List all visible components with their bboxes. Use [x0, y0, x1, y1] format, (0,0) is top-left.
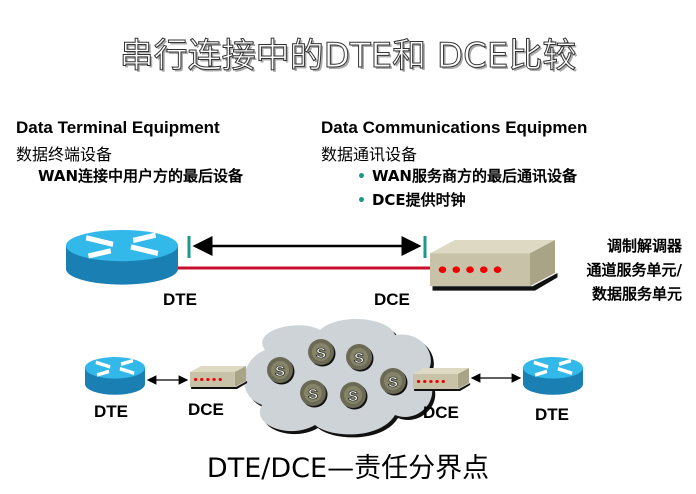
router-icon — [521, 355, 585, 397]
device-label: 通道服务单元/ — [586, 261, 682, 279]
router-icon — [83, 355, 147, 397]
modem-icon — [430, 240, 558, 291]
dce-label: DCE — [188, 400, 224, 419]
dte-label: DTE — [94, 402, 128, 421]
dce-label: DCE — [374, 290, 410, 309]
dce-label: DCE — [423, 403, 459, 422]
device-label: 调制解调器 — [606, 237, 682, 255]
modem-icon — [413, 368, 471, 391]
device-label: 数据服务单元 — [591, 285, 682, 303]
modem-icon — [190, 366, 248, 389]
slide: 串行连接中的DTE和 DCE比较 Data Terminal Equipment… — [0, 0, 696, 494]
router-icon — [66, 230, 178, 285]
footer-caption: DTE/DCE—责任分界点 — [206, 453, 490, 484]
device-labels: 调制解调器 通道服务单元/ 数据服务单元 — [587, 234, 682, 306]
dte-label: DTE — [535, 405, 569, 424]
dte-label: DTE — [163, 290, 197, 309]
